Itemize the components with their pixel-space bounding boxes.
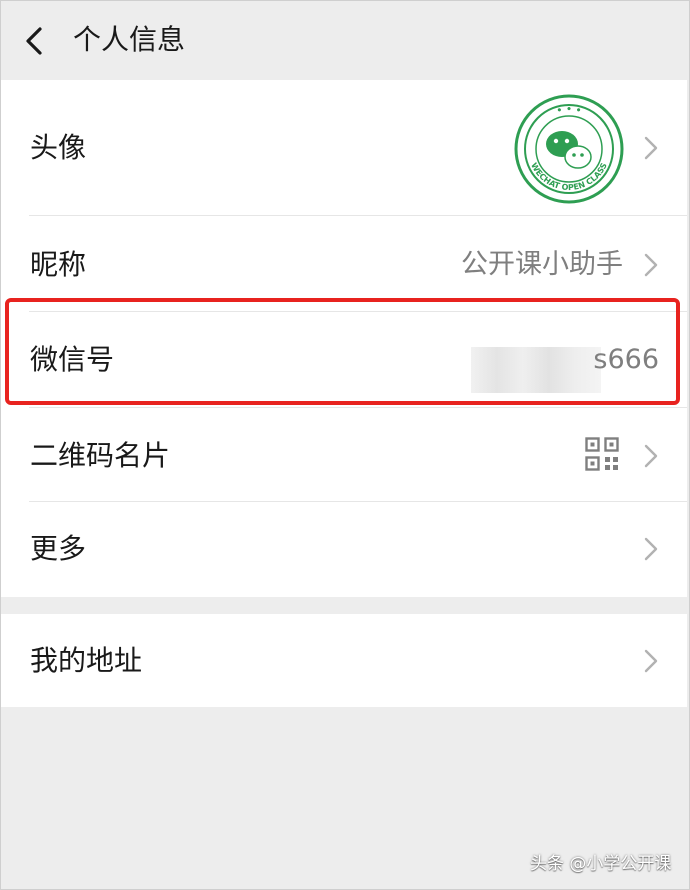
- qr-code-icon: [585, 437, 619, 471]
- row-label: 更多: [30, 532, 87, 565]
- avatar[interactable]: • • • WECHAT OPEN CLASS: [514, 94, 624, 204]
- row-label: 头像: [30, 131, 87, 164]
- row-label: 二维码名片: [30, 439, 171, 472]
- row-avatar[interactable]: 头像 • • • WECHAT OPEN CLASS: [1, 80, 687, 216]
- wechat-open-class-logo: • • • WECHAT OPEN CLASS: [514, 94, 624, 204]
- nickname-value: 公开课小助手: [461, 249, 623, 280]
- page-title: 个人信息: [73, 23, 186, 56]
- chevron-right-icon: [644, 537, 658, 561]
- back-button[interactable]: [15, 21, 55, 61]
- chevron-right-icon: [644, 136, 658, 160]
- watermark: 头条 @小学公开课: [530, 854, 672, 874]
- chevron-right-icon: [644, 253, 658, 277]
- title-bar: 个人信息: [1, 1, 689, 79]
- chevron-right-icon: [644, 444, 658, 468]
- row-my-address[interactable]: 我的地址: [1, 614, 687, 707]
- chevron-left-icon: [26, 27, 42, 55]
- address-group: 我的地址: [1, 614, 687, 707]
- chevron-right-icon: [644, 649, 658, 673]
- row-more[interactable]: 更多: [1, 502, 687, 597]
- svg-text:• • •: • • •: [556, 105, 583, 117]
- row-label: 昵称: [30, 248, 87, 281]
- row-label: 我的地址: [30, 644, 143, 677]
- highlight-box: [5, 298, 680, 405]
